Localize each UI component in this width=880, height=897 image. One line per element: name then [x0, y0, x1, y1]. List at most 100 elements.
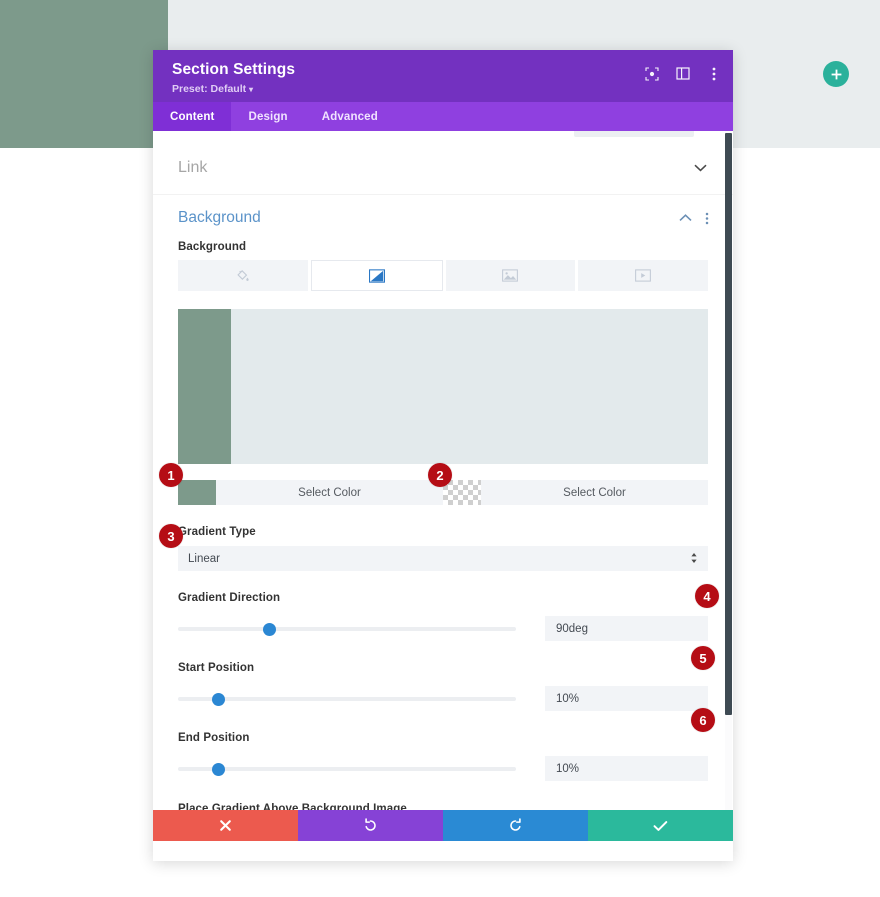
- chevron-down-icon[interactable]: [694, 164, 707, 172]
- background-type-tabs: [153, 260, 733, 291]
- end-position-input[interactable]: 10%: [545, 756, 708, 781]
- annotation-badge-3: 3: [159, 524, 183, 548]
- tab-design-label: Design: [248, 110, 288, 123]
- save-button[interactable]: [588, 810, 733, 841]
- gradient-background-tab[interactable]: [310, 260, 443, 291]
- link-section-label: Link: [178, 158, 208, 176]
- color-background-tab[interactable]: [178, 260, 308, 291]
- color-swatch-1[interactable]: [178, 480, 216, 505]
- tab-content-label: Content: [170, 110, 215, 123]
- partial-field-above: [574, 131, 694, 137]
- slider-track: [178, 766, 516, 771]
- redo-button[interactable]: [443, 810, 588, 841]
- tab-advanced-label: Advanced: [321, 110, 378, 123]
- tab-design[interactable]: Design: [231, 102, 304, 131]
- background-field-label: Background: [178, 241, 247, 253]
- image-background-tab[interactable]: [445, 260, 576, 291]
- image-icon: [502, 269, 519, 282]
- start-position-label: Start Position: [178, 662, 255, 674]
- preset-label: Preset: Default: [172, 83, 247, 95]
- select-arrows-icon: [690, 552, 698, 565]
- slider-handle[interactable]: [211, 762, 225, 776]
- badge-5-number: 5: [699, 650, 707, 666]
- gradient-type-select[interactable]: Linear: [178, 546, 708, 571]
- gradient-type-label: Gradient Type: [178, 526, 256, 538]
- link-section-row[interactable]: Link: [153, 141, 733, 195]
- gradient-direction-row: 90deg: [178, 616, 708, 641]
- page-title: Section Settings: [172, 61, 296, 78]
- annotation-badge-5: 5: [691, 646, 715, 670]
- slider-handle[interactable]: [211, 692, 225, 706]
- gradient-direction-value: 90deg: [556, 622, 588, 635]
- slider-handle[interactable]: [262, 622, 276, 636]
- badge-6-number: 6: [699, 712, 707, 728]
- slider-track: [178, 626, 516, 631]
- background-section-actions: [679, 212, 709, 225]
- more-vertical-icon[interactable]: [706, 66, 721, 81]
- cancel-button[interactable]: [153, 810, 298, 841]
- start-position-slider[interactable]: [178, 692, 516, 706]
- background-section-title: Background: [178, 209, 261, 226]
- video-background-tab[interactable]: [578, 260, 708, 291]
- badge-2-number: 2: [436, 467, 444, 483]
- modal-footer: [153, 810, 733, 841]
- gradient-type-value: Linear: [188, 552, 220, 565]
- preset-selector[interactable]: Preset: Default ▾: [172, 83, 717, 96]
- gradient-type-block: Gradient Type Linear: [153, 526, 733, 571]
- gradient-icon: [368, 268, 385, 283]
- modal-header: Section Settings Preset: Default ▾: [153, 50, 733, 102]
- gradient-stop-1: Select Color: [178, 480, 443, 505]
- add-section-button[interactable]: [823, 61, 849, 87]
- paint-bucket-icon: [237, 270, 250, 281]
- select-color-label-1: Select Color: [298, 486, 361, 499]
- place-gradient-label: Place Gradient Above Background Image: [178, 803, 407, 810]
- modal-tabbar: Content Design Advanced: [153, 102, 733, 131]
- start-position-block: Start Position 10%: [153, 662, 733, 711]
- gradient-direction-label: Gradient Direction: [178, 592, 281, 604]
- header-icon-group: [644, 66, 721, 81]
- gradient-preview: [178, 309, 708, 464]
- color-swatch-2[interactable]: [443, 480, 481, 505]
- redo-icon: [510, 818, 521, 831]
- end-position-block: End Position 10%: [153, 732, 733, 781]
- close-icon: [220, 820, 231, 831]
- end-position-value: 10%: [556, 762, 580, 775]
- page-hero-section: [0, 0, 168, 148]
- badge-3-number: 3: [167, 528, 175, 544]
- start-position-row: 10%: [178, 686, 708, 711]
- undo-icon: [365, 818, 376, 831]
- annotation-badge-4: 4: [695, 584, 719, 608]
- focus-icon[interactable]: [644, 66, 659, 81]
- annotation-badge-1: 1: [159, 463, 183, 487]
- more-vertical-icon[interactable]: [705, 212, 709, 225]
- modal-scrollbar[interactable]: [725, 131, 732, 810]
- preset-caret-icon: ▾: [249, 85, 254, 94]
- tab-content[interactable]: Content: [153, 102, 232, 131]
- gradient-direction-input[interactable]: 90deg: [545, 616, 708, 641]
- end-position-label: End Position: [178, 732, 250, 744]
- end-position-slider[interactable]: [178, 762, 516, 776]
- tab-advanced[interactable]: Advanced: [305, 102, 395, 131]
- modal-body: Link Background Background Select Color …: [153, 131, 733, 810]
- annotation-badge-2: 2: [428, 463, 452, 487]
- select-color-button-2[interactable]: Select Color: [481, 480, 708, 505]
- annotation-badge-6: 6: [691, 708, 715, 732]
- start-position-input[interactable]: 10%: [545, 686, 708, 711]
- layout-columns-icon[interactable]: [675, 66, 690, 81]
- badge-4-number: 4: [703, 588, 711, 604]
- gradient-stop-2: Select Color: [443, 480, 708, 505]
- background-section-header[interactable]: Background: [153, 195, 733, 241]
- slider-track: [178, 696, 516, 701]
- end-position-row: 10%: [178, 756, 708, 781]
- plus-icon: [831, 69, 841, 79]
- select-color-label-2: Select Color: [563, 486, 626, 499]
- select-color-button-1[interactable]: Select Color: [216, 480, 443, 505]
- video-icon: [635, 269, 652, 282]
- gradient-direction-block: Gradient Direction 90deg: [153, 592, 733, 641]
- gradient-direction-slider[interactable]: [178, 622, 516, 636]
- scrollbar-thumb[interactable]: [725, 133, 732, 715]
- undo-button[interactable]: [298, 810, 443, 841]
- chevron-up-icon[interactable]: [679, 214, 692, 222]
- section-settings-modal: Section Settings Preset: Default ▾ Conte…: [153, 50, 733, 861]
- page-canvas: Section Settings Preset: Default ▾ Conte…: [0, 0, 880, 897]
